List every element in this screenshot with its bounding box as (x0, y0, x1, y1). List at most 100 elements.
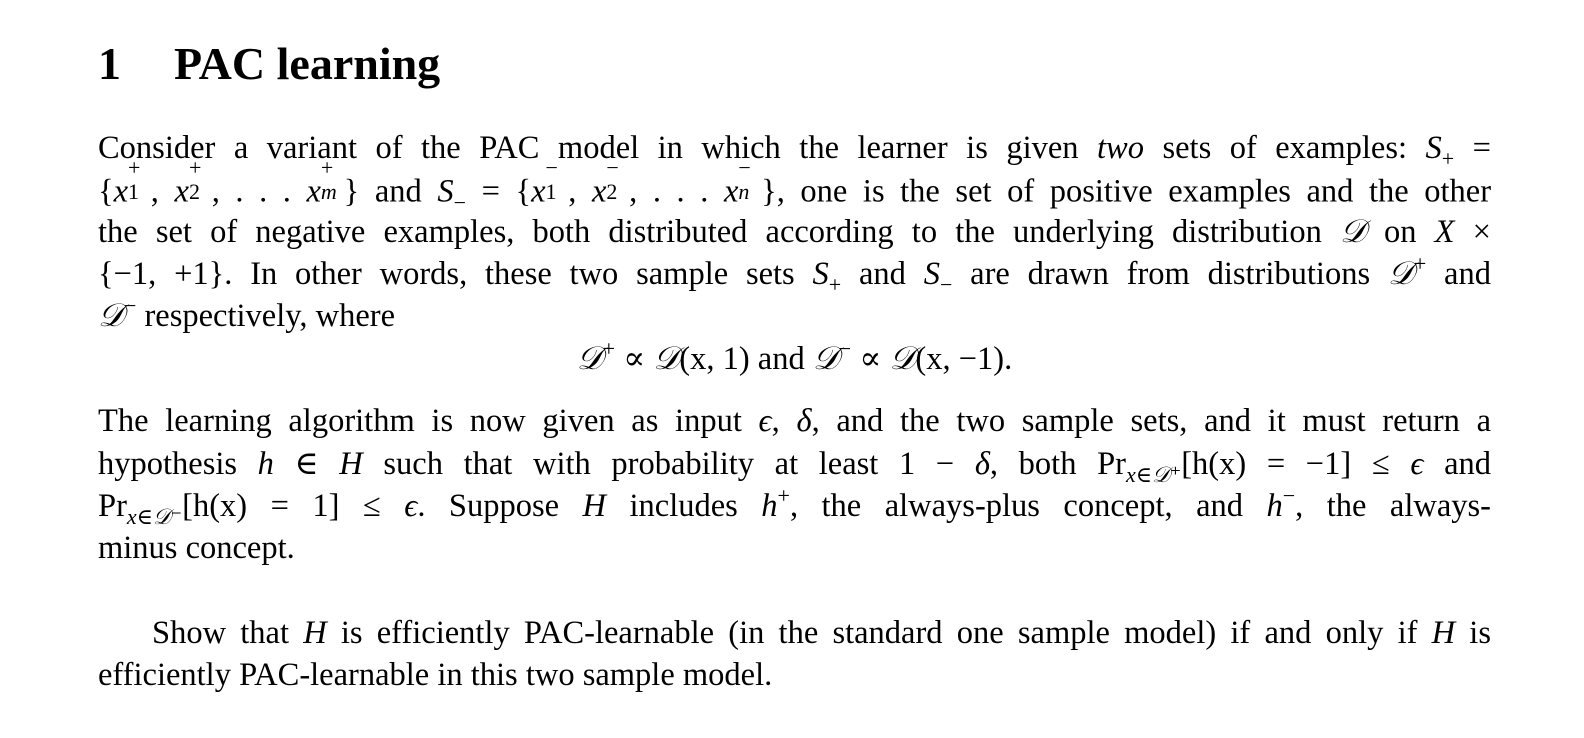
math-supsub: +2 (188, 157, 212, 204)
math-symbol: 𝒟 (576, 341, 603, 377)
math-symbol: h (1266, 488, 1283, 524)
text-line: {−1, +1}. In other words, these two samp… (98, 251, 1491, 297)
math-superscript: − (838, 336, 852, 361)
math-operator: = (466, 173, 516, 210)
math-superscript: + (128, 155, 141, 180)
section-number: 1 (98, 38, 121, 89)
math-symbol: S (437, 173, 454, 210)
text: respectively, where (136, 298, 396, 334)
math-superscript: + (777, 483, 790, 508)
math-symbol: ϵ (404, 488, 418, 524)
math-symbol: S (812, 256, 829, 292)
text-line: minus concept. (98, 527, 1491, 569)
math-superscript: − (606, 155, 619, 180)
math-supsub: +1 (128, 157, 151, 204)
text-line: Consider a variant of the PAC model in w… (98, 127, 1491, 170)
math-symbol: δ (974, 446, 990, 482)
math-subscript: m (320, 179, 337, 204)
text: Show that (152, 615, 304, 651)
text: Pr (98, 488, 127, 524)
emphasis-text: two (1097, 130, 1144, 166)
math-expression: [h(x) = −1] ≤ (1181, 446, 1411, 482)
math-subscript: 2 (606, 179, 618, 204)
text: , (771, 403, 797, 439)
math-symbol: . . . (652, 173, 724, 210)
math-symbol: S (1425, 130, 1442, 166)
text: , (629, 173, 653, 210)
text: , the always- (1295, 488, 1491, 524)
text: is (1455, 615, 1491, 651)
text-line: the set of negative examples, both distr… (98, 211, 1491, 253)
text-line: efficiently PAC-learnable in this two sa… (98, 654, 1491, 696)
math-subscript: x∈𝒟⁻ (126, 504, 183, 529)
math-symbol: 𝒟 (1387, 256, 1414, 292)
math-symbol: 𝒟 (653, 341, 680, 377)
math-symbol: . . . (235, 173, 307, 210)
math-subscript: x∈𝒟⁺ (1126, 462, 1182, 487)
math-superscript: + (320, 155, 334, 180)
text: and (749, 341, 813, 377)
text: , and the two sample sets, and it must r… (811, 403, 1492, 439)
text: The learning algorithm is now given as i… (98, 403, 759, 439)
text: {−1, +1}. In other words, these two samp… (98, 256, 813, 292)
math-symbol: 𝒟 (889, 341, 916, 377)
math-symbol: 𝒟 (1339, 214, 1366, 250)
math-symbol: 𝒟 (812, 341, 839, 377)
math-symbol: x (113, 173, 129, 210)
math-superscript: + (602, 336, 616, 361)
text: minus concept. (98, 530, 295, 566)
math-symbol: x (531, 173, 546, 210)
text-line: hypothesis h ∈ H such that with probabil… (98, 443, 1491, 487)
math-expression: (x, 1) (679, 341, 750, 377)
math-subscript: 1 (545, 179, 557, 204)
math-subscript: 2 (188, 179, 200, 204)
math-symbol: ϵ (758, 403, 772, 439)
text: , (568, 173, 592, 210)
text: Consider a variant of the PAC model in w… (98, 130, 1098, 166)
math-symbol: x (723, 173, 739, 210)
math-symbol: x (306, 173, 321, 210)
text: is efficiently PAC-learnable (in the sta… (326, 615, 1432, 651)
math-operator: = (1454, 130, 1491, 166)
math-subscript: + (828, 272, 842, 297)
text-line: {x +1, x +2, . . . x + m} and S− = {x −1, x −2… (98, 157, 1492, 214)
math-symbol: } (761, 173, 777, 210)
math-symbol: } (343, 173, 360, 210)
math-symbol: S (923, 256, 940, 292)
text: such that with probability at least 1 − (362, 446, 975, 482)
math-operator: ∝ (851, 341, 890, 377)
text: , one is the set of positive examples an… (776, 173, 1492, 210)
display-equation: 𝒟+ ∝ 𝒟(x, 1) and 𝒟− ∝ 𝒟(x, −1). (98, 338, 1491, 380)
math-expression: (x, −1). (915, 341, 1013, 377)
math-operator: ∝ (615, 341, 654, 377)
math-superscript: − (738, 155, 751, 180)
math-superscript: − (1282, 483, 1296, 508)
text: and (1426, 256, 1491, 292)
math-expression: [h(x) = 1] ≤ (182, 488, 405, 524)
text: . Suppose (417, 488, 583, 524)
math-symbol: H (1431, 615, 1456, 651)
math-subscript: 1 (128, 179, 140, 204)
math-symbol: { (515, 173, 532, 210)
math-supsub: + m (320, 157, 344, 204)
text: , (211, 173, 236, 210)
math-supsub: − n (738, 157, 761, 203)
text: on (1365, 214, 1435, 250)
math-symbol: ϵ (1410, 446, 1424, 482)
math-symbol: H (582, 488, 607, 524)
text: efficiently PAC-learnable in this two sa… (98, 657, 773, 693)
math-symbol: h (761, 488, 778, 524)
math-symbol: x (591, 173, 607, 210)
math-supsub: −1 (545, 157, 569, 204)
text-line: Show that H is efficiently PAC-learnable… (98, 612, 1491, 654)
math-superscript: + (1413, 251, 1427, 276)
text: sets of examples: (1143, 130, 1426, 166)
math-operator: ∈ (273, 446, 340, 482)
math-symbol: H (339, 446, 363, 482)
math-symbol: h (257, 446, 274, 482)
text: hypothesis (98, 446, 258, 482)
text: includes (606, 488, 762, 524)
math-superscript: − (123, 293, 137, 318)
math-operator: × (1454, 214, 1491, 250)
math-symbol: x (174, 173, 189, 210)
